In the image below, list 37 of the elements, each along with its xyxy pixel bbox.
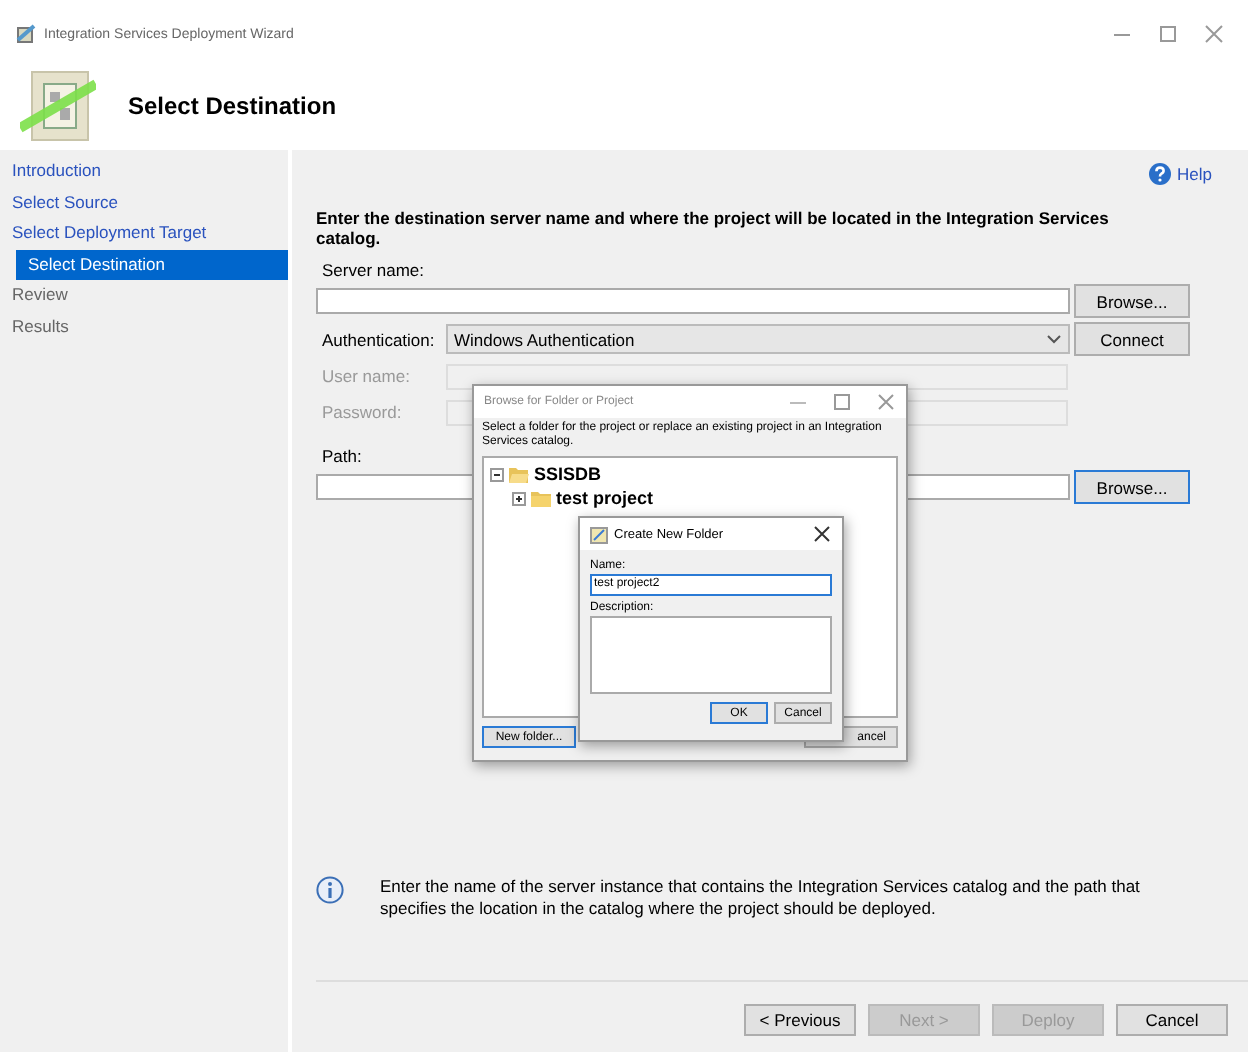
wizard-button[interactable]: Cancel xyxy=(1116,1004,1228,1036)
close-icon xyxy=(814,526,830,542)
nav-item[interactable]: Results xyxy=(0,311,288,344)
info-icon xyxy=(316,876,344,904)
server-name-field[interactable] xyxy=(316,288,1070,314)
maximize-icon xyxy=(834,394,850,410)
help-icon xyxy=(1147,162,1172,186)
wizard-icon xyxy=(16,24,36,44)
field-label: Path: xyxy=(320,446,362,468)
close-icon xyxy=(1204,24,1224,44)
tree-item[interactable]: test project xyxy=(556,488,654,508)
nav-item[interactable]: Select Source xyxy=(0,187,288,219)
description-field[interactable] xyxy=(590,616,832,694)
nav-item[interactable]: Select Deployment Target xyxy=(0,218,288,250)
close-icon xyxy=(878,394,894,410)
maximize-icon xyxy=(1158,24,1178,44)
nav-item[interactable]: Review xyxy=(0,280,288,312)
wizard-button[interactable]: < Previous xyxy=(744,1004,856,1036)
authentication-dropdown[interactable]: Windows Authentication xyxy=(446,324,1070,354)
field-label: Server name: xyxy=(320,260,425,282)
instruction-text: Enter the destination server name and where the project will be located in the Integration Services catalog. xyxy=(316,208,1111,248)
nav-item[interactable]: Introduction xyxy=(0,156,288,188)
browse-button[interactable]: Browse... xyxy=(1074,284,1190,318)
connect-button[interactable]: Connect xyxy=(1074,322,1190,356)
wizard-drawing xyxy=(20,67,96,143)
field-label: Authentication: xyxy=(320,329,437,349)
page-title: Select Destination xyxy=(128,91,337,119)
tree-item[interactable]: SSISDB xyxy=(534,464,602,484)
expand-icon xyxy=(512,491,526,505)
help-link[interactable]: Help xyxy=(1147,156,1212,192)
info-text: Enter the name of the server instance that contains the Integration Services catalog and the path that specifies the location in the catalog where the project should be deployed. xyxy=(380,876,1142,920)
nav-item[interactable]: Select Destination xyxy=(16,249,288,281)
browse-button[interactable]: Browse... xyxy=(1074,470,1190,504)
field-label: User name: xyxy=(320,366,412,386)
field-label: Password: xyxy=(320,402,404,422)
chevron-down-icon xyxy=(1046,334,1062,344)
collapse-icon xyxy=(490,467,504,481)
